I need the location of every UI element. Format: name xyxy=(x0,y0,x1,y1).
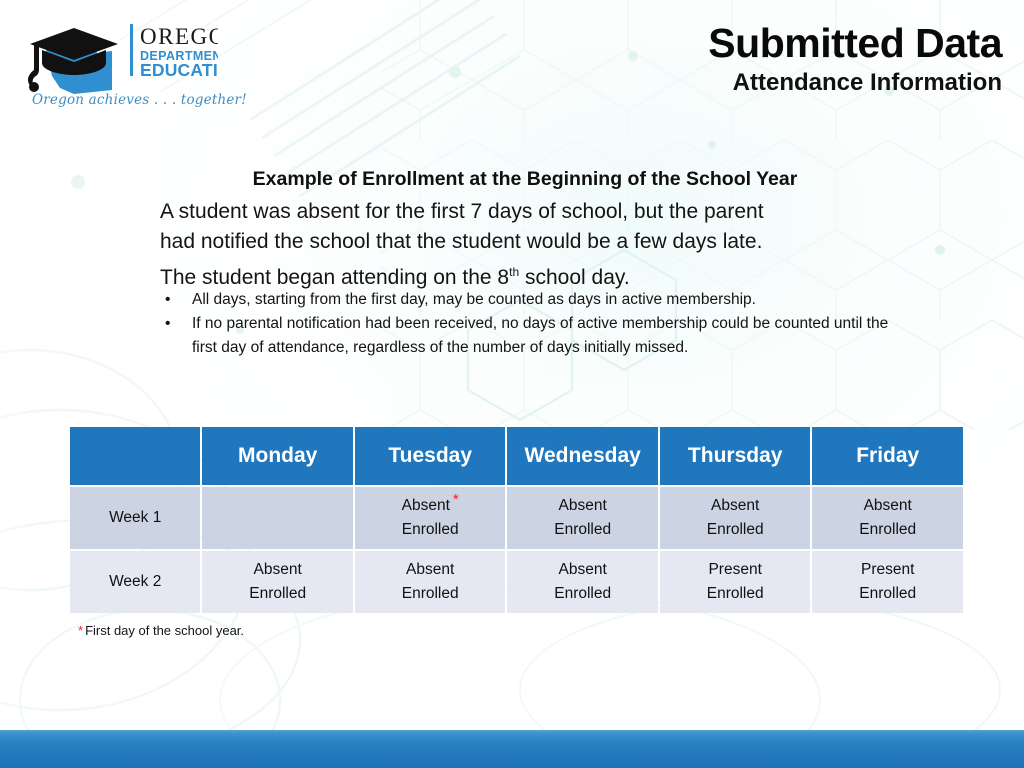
cell-enrollment: Enrolled xyxy=(554,585,612,602)
cell-week1-wednesday: Absent Enrolled xyxy=(507,487,658,549)
cell-week1-friday: Absent Enrolled xyxy=(812,487,963,549)
table-row: Week 2 Absent Enrolled Absent Enrolled A… xyxy=(70,551,963,613)
bullet-text: If no parental notification had been rec… xyxy=(192,315,889,356)
column-header-thursday: Thursday xyxy=(659,427,811,485)
cell-status-wrap: Absent * xyxy=(355,490,506,518)
table-header-row: Monday Tuesday Wednesday Thursday Friday xyxy=(70,427,963,485)
paragraph-line-2: had notified the school that the student… xyxy=(160,230,763,253)
footnote-star-icon: * xyxy=(78,623,84,638)
cell-status: Absent xyxy=(253,561,302,578)
cell-week2-tuesday: Absent Enrolled xyxy=(354,551,506,613)
cell-week2-wednesday: Absent Enrolled xyxy=(507,551,658,613)
cell-enrollment: Enrolled xyxy=(859,585,917,602)
example-paragraph: A student was absent for the first 7 day… xyxy=(160,197,900,293)
paragraph-line-1: A student was absent for the first 7 day… xyxy=(160,200,764,223)
table-row: Week 1 Absent* Enrolled Absent Enrolled xyxy=(70,487,963,549)
column-header-monday: Monday xyxy=(202,427,353,485)
paragraph-line-3-pre: The student began attending on the 8 xyxy=(160,266,510,289)
logo-divider xyxy=(130,24,133,76)
footer-bar xyxy=(0,730,1024,768)
page-subtitle: Attendance Information xyxy=(732,69,1002,97)
header-title-block: Submitted Data Attendance Information xyxy=(708,20,1002,97)
cell-enrollment: Enrolled xyxy=(401,521,459,538)
cell-status: Absent xyxy=(711,497,760,514)
cell-status: Absent xyxy=(863,497,912,514)
cell-enrollment: Enrolled xyxy=(249,585,307,602)
slide-header: OREGON DEPARTMENT OF EDUCATION Oregon ac… xyxy=(0,0,1024,125)
table-footnote: * First day of the school year. xyxy=(78,623,244,638)
cell-enrollment: Enrolled xyxy=(554,521,612,538)
ordinal-suffix: th xyxy=(509,265,520,279)
page-title: Submitted Data xyxy=(708,20,1002,66)
cell-status: Present xyxy=(708,561,762,578)
cell-enrollment: Enrolled xyxy=(859,521,917,538)
cell-week2-monday: Absent Enrolled xyxy=(202,551,353,613)
example-heading: Example of Enrollment at the Beginning o… xyxy=(252,168,798,190)
cell-week1-thursday: Absent Enrolled xyxy=(659,487,811,549)
cell-status: Absent xyxy=(406,561,455,578)
row-label-week-2: Week 2 xyxy=(70,551,201,613)
attendance-table: Monday Tuesday Wednesday Thursday Friday… xyxy=(68,425,965,615)
attendance-table-container: Monday Tuesday Wednesday Thursday Friday… xyxy=(68,425,965,615)
cell-week1-monday xyxy=(202,487,353,549)
column-header-wednesday: Wednesday xyxy=(507,427,658,485)
cell-enrollment: Enrolled xyxy=(706,521,764,538)
table-corner-cell xyxy=(70,427,201,485)
footnote-star-icon: * xyxy=(452,490,459,508)
cell-status: Present xyxy=(861,561,915,578)
oregon-department-of-education-logo: OREGON DEPARTMENT OF EDUCATION Oregon ac… xyxy=(8,18,252,110)
table-body: Week 1 Absent* Enrolled Absent Enrolled xyxy=(70,487,963,613)
cell-status: Absent xyxy=(558,561,607,578)
bullet-marker-icon: • xyxy=(165,291,171,308)
logo-tagline: Oregon achieves . . . together! xyxy=(32,92,247,108)
logo-word-education: EDUCATION xyxy=(140,60,218,80)
bullet-marker-icon: • xyxy=(165,315,171,332)
cell-week2-friday: Present Enrolled xyxy=(812,551,963,613)
bullet-list: • All days, starting from the first day,… xyxy=(162,288,892,360)
list-item: • All days, starting from the first day,… xyxy=(162,288,892,312)
table-header: Monday Tuesday Wednesday Thursday Friday xyxy=(70,427,963,485)
footnote-text: First day of the school year. xyxy=(85,623,245,638)
cell-enrollment: Enrolled xyxy=(401,585,459,602)
list-item: • If no parental notification had been r… xyxy=(162,312,892,360)
bullet-text: All days, starting from the first day, m… xyxy=(192,291,756,308)
cell-week2-thursday: Present Enrolled xyxy=(659,551,811,613)
row-label-week-1: Week 1 xyxy=(70,487,201,549)
paragraph-line-3-post: school day. xyxy=(519,266,630,289)
cell-week1-tuesday: Absent * Enrolled xyxy=(354,487,506,549)
cell-status: Absent xyxy=(558,497,607,514)
logo-word-oregon: OREGON xyxy=(140,24,218,49)
column-header-friday: Friday xyxy=(812,427,963,485)
column-header-tuesday: Tuesday xyxy=(354,427,506,485)
cell-status: Absent xyxy=(401,497,450,514)
slide-canvas: OREGON DEPARTMENT OF EDUCATION Oregon ac… xyxy=(0,0,1024,768)
cell-enrollment: Enrolled xyxy=(706,585,764,602)
